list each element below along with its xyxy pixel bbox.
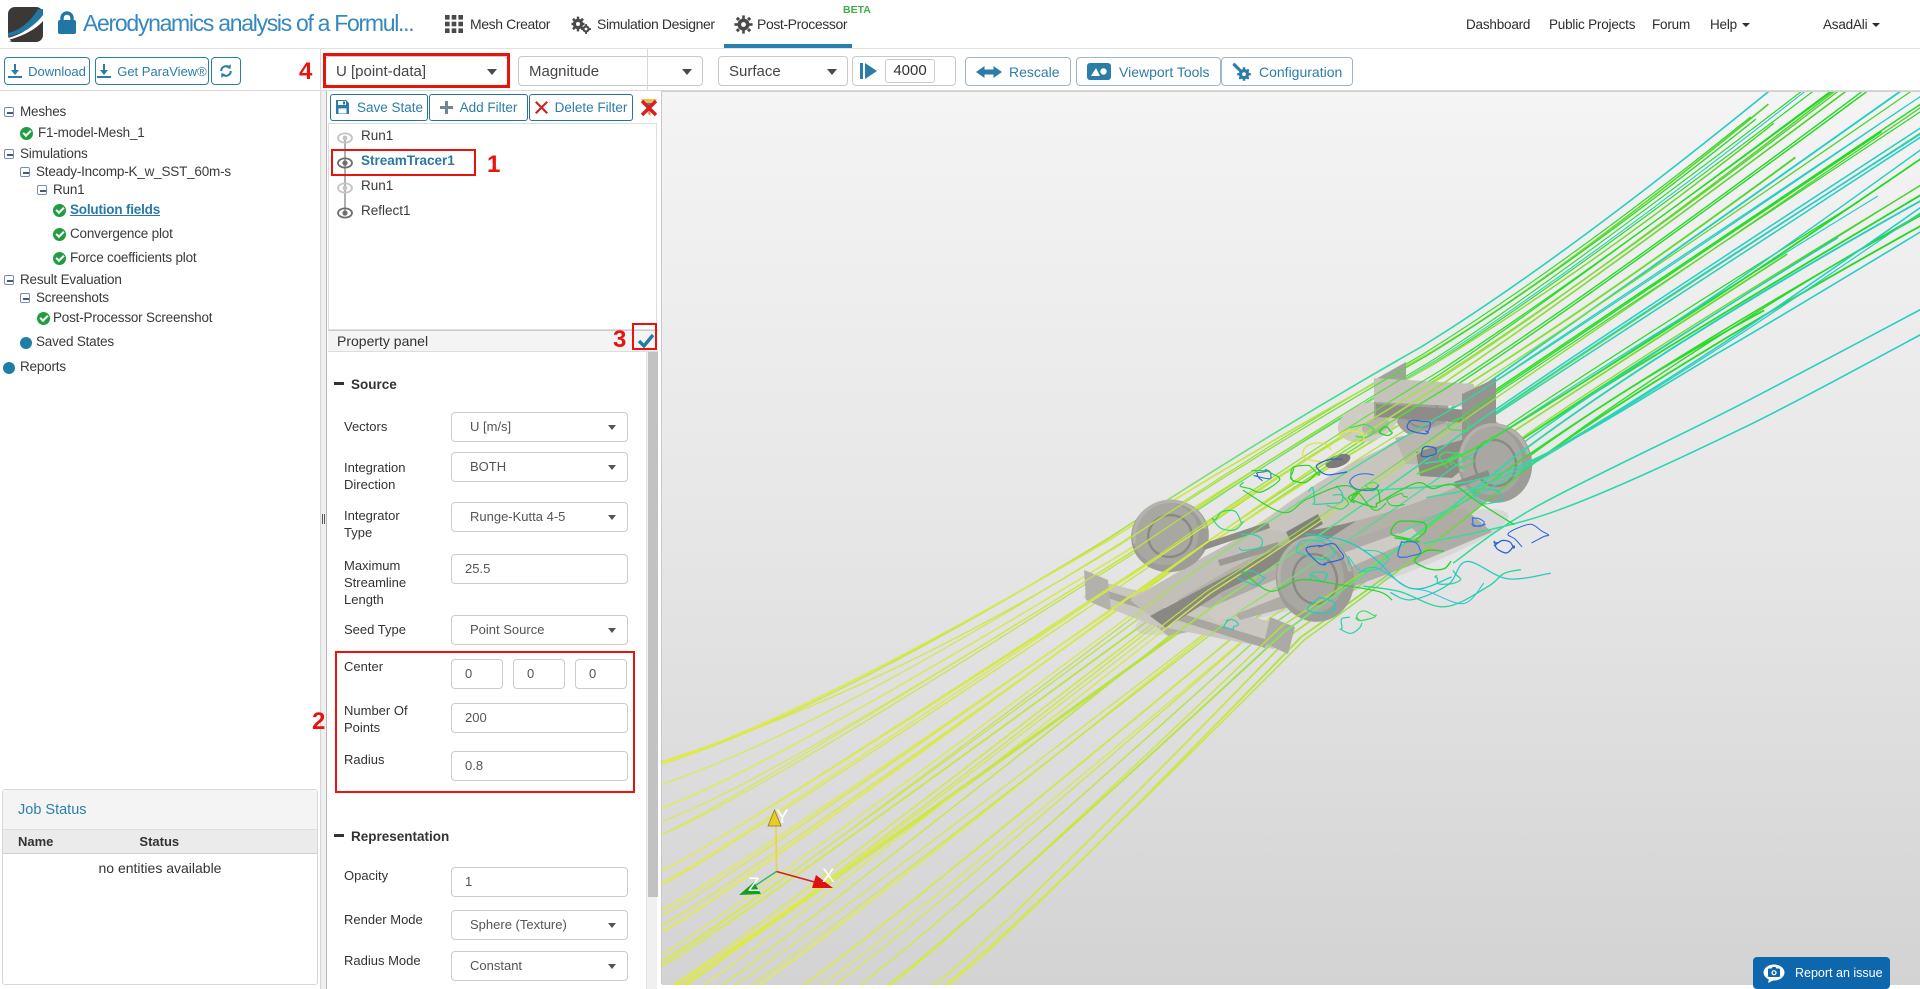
svg-text:Y: Y	[776, 807, 789, 828]
svg-text:X: X	[822, 866, 835, 887]
svg-text:Z: Z	[748, 875, 760, 896]
